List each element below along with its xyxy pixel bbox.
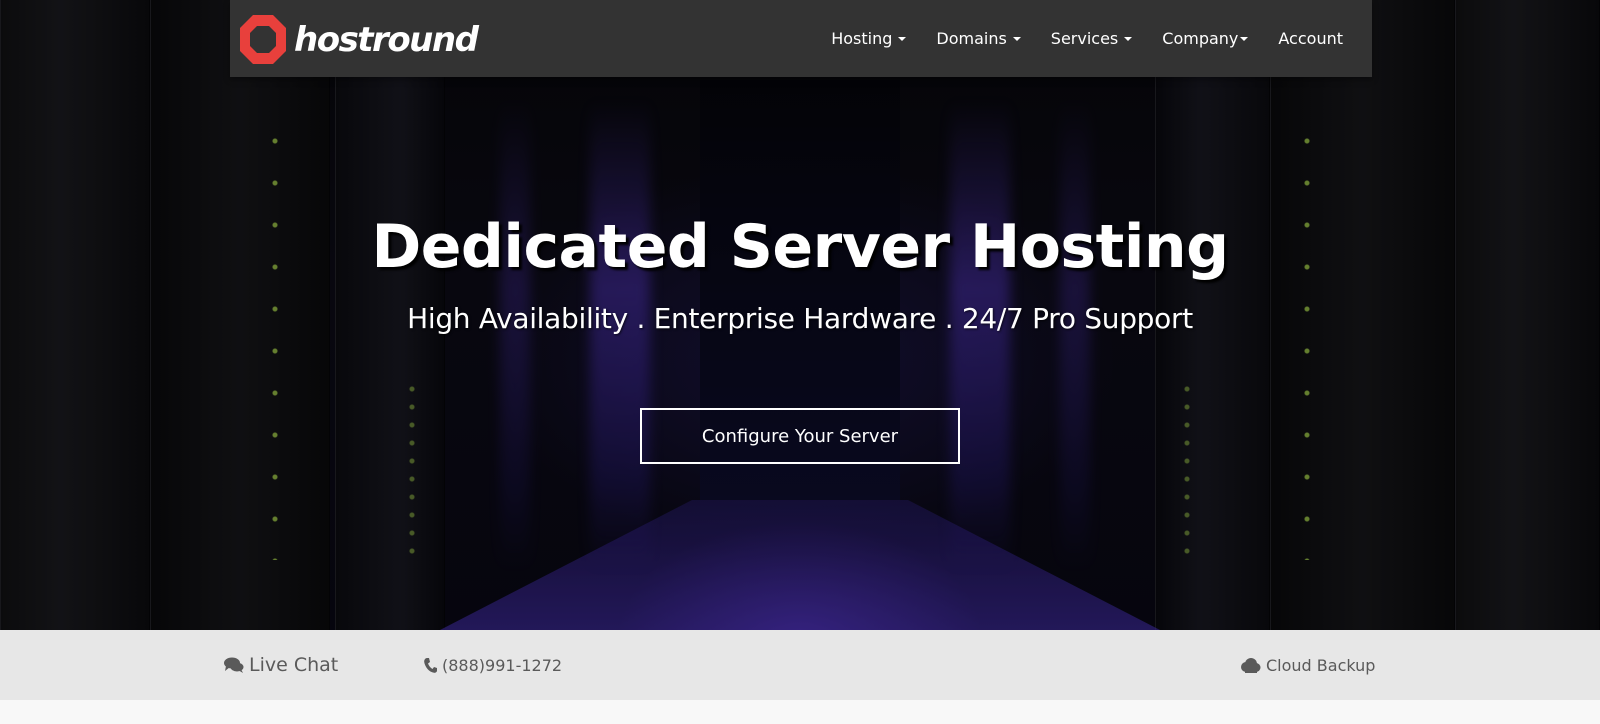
nav-hosting[interactable]: Hosting bbox=[816, 29, 921, 48]
live-chat-link[interactable]: Live Chat bbox=[224, 630, 338, 700]
caret-down-icon bbox=[1124, 36, 1133, 41]
hero-subtitle: High Availability . Enterprise Hardware … bbox=[407, 302, 1193, 335]
caret-down-icon bbox=[1240, 36, 1249, 41]
contact-bar: Live Chat (888)991-1272 Cloud Backup bbox=[0, 630, 1600, 700]
cloud-icon bbox=[1241, 657, 1261, 673]
site-header: hostround Hosting Domains Services Compa… bbox=[230, 0, 1372, 77]
nav-domains[interactable]: Domains bbox=[921, 29, 1035, 48]
cloud-backup-link[interactable]: Cloud Backup bbox=[1239, 630, 1375, 700]
phone-number: (888)991-1272 bbox=[442, 655, 563, 675]
hero-banner: Dedicated Server Hosting High Availabili… bbox=[0, 0, 1600, 630]
nav-company-label: Company bbox=[1162, 29, 1239, 48]
brand-logo-link[interactable]: hostround bbox=[238, 13, 479, 66]
brand-name: hostround bbox=[294, 19, 479, 60]
live-chat-label: Live Chat bbox=[249, 654, 339, 676]
nav-services[interactable]: Services bbox=[1036, 29, 1147, 48]
hero-title: Dedicated Server Hosting bbox=[371, 212, 1229, 282]
nav-domains-label: Domains bbox=[936, 29, 1007, 48]
phone-link[interactable]: (888)991-1272 bbox=[424, 630, 562, 700]
nav-company[interactable]: Company bbox=[1147, 29, 1263, 48]
nav-hosting-label: Hosting bbox=[831, 29, 893, 48]
chat-bubbles-icon bbox=[224, 657, 244, 673]
octagon-ring-logo-icon bbox=[240, 15, 286, 64]
configure-server-button[interactable]: Configure Your Server bbox=[640, 408, 960, 464]
cloud-backup-label: Cloud Backup bbox=[1266, 655, 1376, 675]
nav-services-label: Services bbox=[1050, 29, 1119, 48]
nav-account-label: Account bbox=[1278, 29, 1343, 48]
main-nav: Hosting Domains Services Company Account bbox=[816, 0, 1358, 77]
phone-icon bbox=[424, 657, 437, 673]
caret-down-icon bbox=[898, 36, 907, 41]
nav-account[interactable]: Account bbox=[1263, 29, 1358, 48]
caret-down-icon bbox=[1012, 36, 1021, 41]
page-content-area bbox=[0, 700, 1600, 724]
